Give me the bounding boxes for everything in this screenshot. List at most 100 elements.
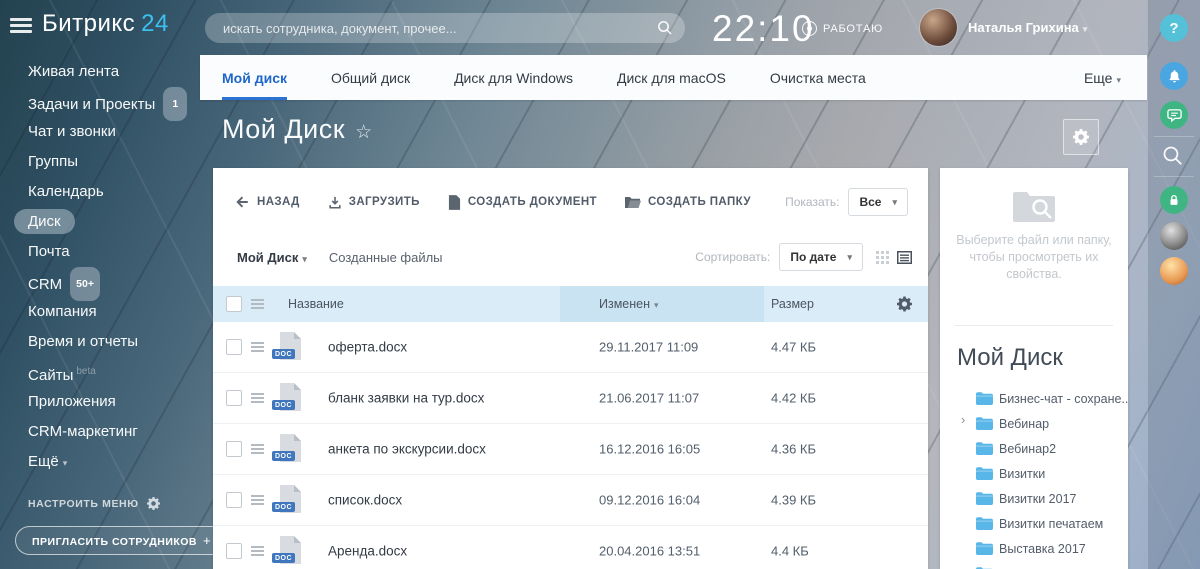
table-row[interactable]: DOC бланк заявки на тур.docx 21.06.2017 …	[213, 373, 928, 424]
chevron-down-icon: ▾	[847, 252, 852, 263]
tab-my-disk[interactable]: Мой диск	[222, 55, 287, 100]
chevron-right-icon[interactable]: ›	[961, 412, 965, 427]
help-button[interactable]: ?	[1160, 14, 1188, 42]
work-status[interactable]: РАБОТАЮ	[802, 21, 883, 36]
create-folder-button[interactable]: СОЗДАТЬ ПАПКУ	[625, 196, 751, 209]
folder-item[interactable]: Выставка 2017	[940, 536, 1128, 561]
sidebar-item-chat[interactable]: Чат и звонки	[0, 117, 200, 147]
file-modified: 21.06.2017 11:07	[599, 391, 699, 406]
table-row[interactable]: DOC Аренда.docx 20.04.2016 13:51 4.4 КБ	[213, 526, 928, 569]
row-checkbox[interactable]	[226, 339, 242, 355]
lock-icon[interactable]	[1160, 186, 1188, 214]
sidebar-item-apps[interactable]: Приложения	[0, 387, 200, 417]
sidebar-item-live-feed[interactable]: Живая лента	[0, 57, 200, 87]
file-name-link[interactable]: бланк заявки на тур.docx	[328, 391, 484, 406]
sidebar-item-company[interactable]: Компания	[0, 297, 200, 327]
tree-title: Мой Диск	[957, 344, 1063, 372]
table-settings-gear-icon[interactable]	[897, 297, 912, 312]
create-document-button[interactable]: СОЗДАТЬ ДОКУМЕНТ	[448, 195, 597, 210]
sidebar-item-more[interactable]: Ещё▾	[0, 447, 200, 477]
chevron-down-icon: ▾	[892, 197, 897, 208]
file-name-link[interactable]: Аренда.docx	[328, 544, 407, 559]
divider	[955, 325, 1113, 326]
show-filter: Показать: Все▾	[785, 188, 928, 216]
sidebar-item-groups[interactable]: Группы	[0, 147, 200, 177]
invite-employees-button[interactable]: ПРИГЛАСИТЬ СОТРУДНИКОВ+	[15, 526, 228, 555]
select-all-checkbox[interactable]	[226, 296, 242, 312]
worktime-clock[interactable]: 22:10	[712, 8, 815, 50]
view-toggle	[876, 251, 912, 264]
drag-handle-icon	[251, 297, 264, 311]
list-view-icon[interactable]	[897, 251, 912, 264]
gear-icon	[1073, 129, 1089, 145]
chevron-down-icon: ▾	[63, 458, 68, 468]
row-checkbox[interactable]	[226, 492, 242, 508]
folder-item[interactable]: Бизнес-чат - сохране...	[940, 386, 1128, 411]
disk-tabs: Мой диск Общий диск Диск для Windows Дис…	[200, 55, 1147, 100]
column-header-size[interactable]: Размер	[771, 297, 814, 311]
back-button[interactable]: НАЗАД	[235, 195, 300, 209]
folder-item[interactable]: › Вебинар	[940, 411, 1128, 436]
folder-icon	[976, 542, 993, 560]
search-input[interactable]	[205, 13, 685, 43]
folder-item[interactable]: Вебинар2	[940, 436, 1128, 461]
user-name[interactable]: Наталья Грихина▾	[968, 20, 1087, 35]
drag-handle-icon[interactable]	[251, 544, 264, 558]
table-row[interactable]: DOC анкета по экскурсии.docx 16.12.2016 …	[213, 424, 928, 475]
drag-handle-icon[interactable]	[251, 493, 264, 507]
tab-cleanup[interactable]: Очистка места	[770, 55, 866, 100]
page-settings-button[interactable]	[1063, 119, 1099, 155]
chat-bubble-icon[interactable]	[1160, 101, 1188, 129]
breadcrumb-root[interactable]: Мой Диск▾	[237, 250, 307, 265]
file-name-link[interactable]: список.docx	[328, 493, 402, 508]
grid-view-icon[interactable]	[876, 251, 889, 264]
tab-disk-windows[interactable]: Диск для Windows	[454, 55, 573, 100]
doc-file-icon: DOC	[279, 485, 305, 515]
column-header-name[interactable]: Название	[288, 297, 344, 311]
file-name-link[interactable]: анкета по экскурсии.docx	[328, 442, 486, 457]
table-row[interactable]: DOC оферта.docx 29.11.2017 11:09 4.47 КБ	[213, 322, 928, 373]
sidebar-item-sites[interactable]: Сайтыbeta	[0, 357, 200, 387]
coworker-avatar[interactable]	[1160, 222, 1188, 250]
drag-handle-icon[interactable]	[251, 442, 264, 456]
notifications-bell-icon[interactable]	[1160, 62, 1188, 90]
doc-file-icon: DOC	[279, 383, 305, 413]
folder-item[interactable]: Визитки 2017	[940, 486, 1128, 511]
sidebar-item-disk-active[interactable]: Диск	[0, 207, 200, 237]
sidebar-item-time-reports[interactable]: Время и отчеты	[0, 327, 200, 357]
sidebar-item-crm[interactable]: CRM50+	[0, 267, 200, 297]
folder-icon	[976, 467, 993, 485]
tab-disk-macos[interactable]: Диск для macOS	[617, 55, 726, 100]
tab-shared-disk[interactable]: Общий диск	[331, 55, 410, 100]
breadcrumb: Мой Диск▾ Созданные файлы Сортировать: П…	[213, 240, 928, 274]
doc-file-icon: DOC	[279, 434, 305, 464]
configure-menu-button[interactable]: НАСТРОИТЬ МЕНЮ	[28, 497, 160, 510]
row-checkbox[interactable]	[226, 390, 242, 406]
favorite-star-icon[interactable]: ☆	[355, 122, 373, 143]
sort-dropdown[interactable]: По дате▾	[779, 243, 863, 271]
drag-handle-icon[interactable]	[251, 391, 264, 405]
breadcrumb-current[interactable]: Созданные файлы	[329, 250, 443, 265]
table-row[interactable]: DOC список.docx 09.12.2016 16:04 4.39 КБ	[213, 475, 928, 526]
drag-handle-icon[interactable]	[251, 340, 264, 354]
sidebar-item-mail[interactable]: Почта	[0, 237, 200, 267]
file-name-link[interactable]: оферта.docx	[328, 340, 407, 355]
sidebar-item-calendar[interactable]: Календарь	[0, 177, 200, 207]
row-checkbox[interactable]	[226, 543, 242, 559]
folder-item[interactable]: Визитки печатаем	[940, 511, 1128, 536]
user-avatar[interactable]	[920, 9, 957, 46]
row-checkbox[interactable]	[226, 441, 242, 457]
search-icon[interactable]	[657, 20, 673, 41]
column-header-modified[interactable]: Изменен▾	[599, 297, 659, 311]
sidebar-item-crm-marketing[interactable]: CRM-маркетинг	[0, 417, 200, 447]
folder-item[interactable]: Визитки	[940, 461, 1128, 486]
menu-hamburger-icon[interactable]	[10, 18, 32, 34]
show-dropdown[interactable]: Все▾	[848, 188, 908, 216]
file-rows: DOC оферта.docx 29.11.2017 11:09 4.47 КБ…	[213, 322, 928, 569]
folder-search-icon	[1011, 188, 1057, 229]
upload-button[interactable]: ЗАГРУЗИТЬ	[328, 195, 420, 210]
search-icon[interactable]	[1162, 145, 1184, 172]
tab-more[interactable]: Еще▾	[1084, 70, 1147, 86]
coworker-avatar[interactable]	[1160, 257, 1188, 285]
sidebar-item-tasks[interactable]: Задачи и Проекты1	[0, 87, 200, 117]
